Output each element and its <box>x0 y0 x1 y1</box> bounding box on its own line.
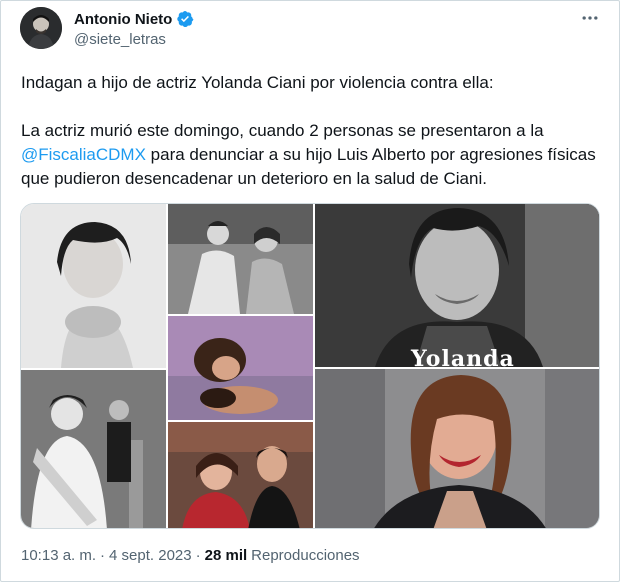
views-label[interactable]: Reproducciones <box>251 547 359 564</box>
tweet-text-line1: Indagan a hijo de actriz Yolanda Ciani p… <box>21 73 494 92</box>
photo-overlay-caption: Yolanda <box>411 346 515 367</box>
tweet-meta: 10:13 a. m. · 4 sept. 2023 · 28 mil Repr… <box>21 547 360 564</box>
media-grid[interactable]: Yolanda <box>20 203 600 529</box>
views-count[interactable]: 28 mil <box>205 547 248 564</box>
tweet-date[interactable]: 4 sept. 2023 <box>109 547 192 564</box>
author-name[interactable]: Antonio Nieto <box>74 11 172 28</box>
mention-link[interactable]: @FiscaliaCDMX <box>21 145 146 164</box>
photo-portrait-elderly[interactable]: Yolanda <box>315 204 599 367</box>
verified-badge-icon[interactable] <box>176 10 194 28</box>
tweet-text-before: La actriz murió este domingo, cuando 2 p… <box>21 121 544 140</box>
photo-pair-color[interactable] <box>168 422 313 528</box>
tweet-card: Antonio Nieto @siete_letras Indagan a hi… <box>0 0 620 582</box>
separator-dot: · <box>100 547 106 564</box>
tweet-time[interactable]: 10:13 a. m. <box>21 547 96 564</box>
photo-portrait-smiling[interactable] <box>315 369 599 528</box>
photo-scene-couple[interactable] <box>168 204 313 314</box>
photo-portrait-young[interactable] <box>21 204 166 368</box>
author-handle[interactable]: @siete_letras <box>74 31 166 48</box>
photo-scene-embrace[interactable] <box>168 316 313 420</box>
avatar[interactable] <box>20 7 62 49</box>
tweet-text-paragraph: La actriz murió este domingo, cuando 2 p… <box>21 119 601 191</box>
author-name-row[interactable]: Antonio Nieto <box>74 10 194 28</box>
photo-pageant[interactable] <box>21 370 166 528</box>
more-horizontal-icon[interactable] <box>576 8 604 28</box>
separator-dot: · <box>195 547 201 564</box>
